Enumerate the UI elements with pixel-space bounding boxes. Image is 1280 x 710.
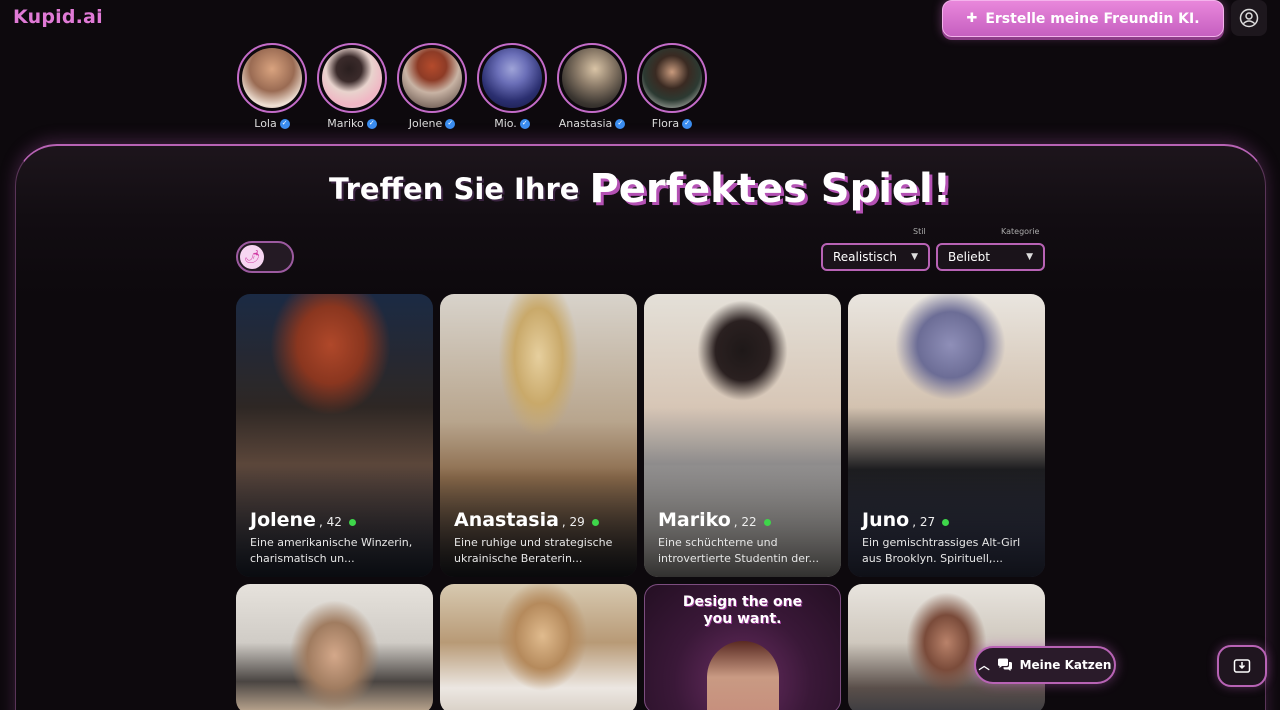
story-name: Flora <box>651 117 680 130</box>
story-avatar-ring <box>397 43 467 113</box>
character-card[interactable] <box>236 584 433 710</box>
online-status-dot <box>348 519 356 526</box>
story-name: Lola <box>254 117 277 130</box>
character-card-jolene[interactable]: Jolene , 42 Eine amerikanische Winzerin,… <box>236 294 433 577</box>
story-lola[interactable]: Lola ✓ <box>237 43 307 130</box>
profile-button[interactable] <box>1231 0 1267 36</box>
character-grid: Jolene , 42 Eine amerikanische Winzerin,… <box>236 294 1046 710</box>
verified-icon: ✓ <box>279 118 290 129</box>
card-description: Ein gemischtrassiges Alt-Girl aus Brookl… <box>862 536 1021 565</box>
avatar <box>562 48 622 108</box>
user-circle-icon <box>1239 8 1259 28</box>
card-age: , 42 <box>318 515 342 529</box>
story-flora[interactable]: Flora ✓ <box>637 43 707 130</box>
promo-line-1: Design the one <box>682 594 803 610</box>
story-avatar-ring <box>477 43 547 113</box>
avatar <box>482 48 542 108</box>
character-card-juno[interactable]: Juno , 27 Ein gemischtrassiges Alt-Girl … <box>848 294 1045 577</box>
chat-bubbles-icon <box>997 658 1012 671</box>
card-name: Anastasia <box>454 509 559 531</box>
avatar <box>322 48 382 108</box>
style-filter-label: Stil <box>913 227 926 236</box>
style-select-value: Realistisch <box>833 250 897 264</box>
logo[interactable]: Kupid.ai <box>13 6 103 28</box>
style-select[interactable]: Realistisch ▼ <box>821 243 930 271</box>
story-mariko[interactable]: Mariko ✓ <box>317 43 387 130</box>
verified-icon: ✓ <box>615 118 626 129</box>
story-name: Mariko <box>327 117 364 130</box>
create-girlfriend-button[interactable]: ✚ Erstelle meine Freundin KI. <box>942 0 1224 37</box>
character-card-mariko[interactable]: Mariko , 22 Eine schüchterne und introve… <box>644 294 841 577</box>
page-title: Treffen Sie Ihre Perfektes Spiel! <box>0 166 1280 212</box>
verified-icon: ✓ <box>682 118 693 129</box>
story-name: Mio. <box>494 117 517 130</box>
my-chats-button[interactable]: ︿ Meine Katzen <box>974 646 1116 684</box>
card-description: Eine ruhige und strategische ukrainische… <box>454 536 613 565</box>
title-part1: Treffen Sie Ihre <box>329 172 580 206</box>
story-name: Anastasia <box>558 117 613 130</box>
chevron-down-icon: ▼ <box>1026 252 1033 262</box>
card-name: Jolene <box>250 509 316 531</box>
chevron-up-icon: ︿ <box>978 659 990 672</box>
card-name: Juno <box>862 509 910 531</box>
card-age: , 22 <box>733 515 757 529</box>
character-card[interactable] <box>440 584 637 710</box>
verified-icon: ✓ <box>445 118 456 129</box>
online-status-dot <box>942 519 950 526</box>
promo-figure <box>707 641 779 710</box>
card-description: Eine amerikanische Winzerin, charismatis… <box>250 536 413 565</box>
story-avatar-ring <box>637 43 707 113</box>
category-select-value: Beliebt <box>948 250 990 264</box>
title-part2: Perfektes Spiel! <box>589 166 951 212</box>
card-age: , 27 <box>912 515 936 529</box>
download-icon <box>1233 659 1251 673</box>
sparkle-icon: ✚ <box>966 11 978 26</box>
online-status-dot <box>763 519 771 526</box>
card-name: Mariko <box>658 509 731 531</box>
my-chats-label: Meine Katzen <box>1019 658 1112 672</box>
verified-icon: ✓ <box>519 118 530 129</box>
card-age: , 29 <box>561 515 585 529</box>
promo-line-2: you want. <box>703 611 782 627</box>
verified-icon: ✓ <box>366 118 377 129</box>
story-anastasia[interactable]: Anastasia ✓ <box>557 43 627 130</box>
story-avatar-ring <box>557 43 627 113</box>
spicy-toggle[interactable]: 🌶 <box>236 241 294 273</box>
story-jolene[interactable]: Jolene ✓ <box>397 43 467 130</box>
story-avatar-ring <box>317 43 387 113</box>
story-avatar-ring <box>237 43 307 113</box>
story-list: Lola ✓ Mariko ✓ Jolene ✓ Mio. ✓ Anastasi… <box>237 43 707 130</box>
chevron-down-icon: ▼ <box>911 252 918 262</box>
category-select[interactable]: Beliebt ▼ <box>936 243 1045 271</box>
story-mio[interactable]: Mio. ✓ <box>477 43 547 130</box>
story-name: Jolene <box>408 117 443 130</box>
pepper-icon: 🌶 <box>240 245 264 269</box>
character-card-anastasia[interactable]: Anastasia , 29 Eine ruhige und strategis… <box>440 294 637 577</box>
design-promo-card[interactable]: Design the one you want. <box>644 584 841 710</box>
card-description: Eine schüchterne und introvertierte Stud… <box>658 536 819 565</box>
category-filter-label: Kategorie <box>1001 227 1040 236</box>
avatar <box>402 48 462 108</box>
install-app-button[interactable] <box>1217 645 1267 687</box>
create-girlfriend-label: Erstelle meine Freundin KI. <box>985 10 1200 27</box>
online-status-dot <box>591 519 599 526</box>
avatar <box>242 48 302 108</box>
avatar <box>642 48 702 108</box>
